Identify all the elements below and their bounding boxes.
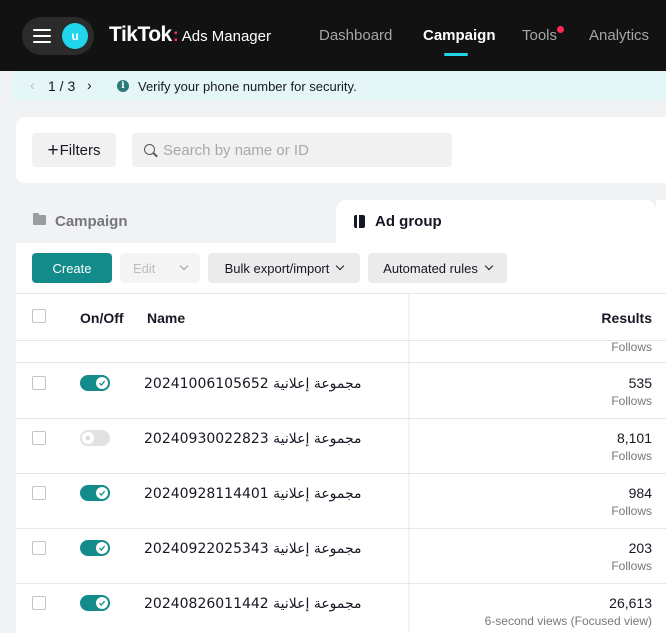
- toggle-knob: [96, 487, 108, 499]
- result-value: 26,613: [609, 595, 652, 611]
- row-checkbox[interactable]: [32, 541, 46, 555]
- ad-group-table: On/Off Name Results Follows مجموعة إعلان…: [16, 293, 666, 633]
- row-checkbox[interactable]: [32, 486, 46, 500]
- tools-notification-dot: [557, 26, 564, 33]
- tab-strip-edge: [656, 200, 666, 243]
- plus-icon: +: [47, 139, 59, 161]
- result-label: Follows: [611, 340, 652, 354]
- logo-brand: TikTok: [109, 23, 172, 46]
- ad-group-name-link[interactable]: مجموعة إعلانية 20240826011442: [144, 596, 362, 612]
- status-toggle[interactable]: [80, 595, 110, 611]
- bulk-export-import-label: Bulk export/import: [224, 260, 330, 276]
- logo-product: Ads Manager: [181, 28, 271, 45]
- result-label: Follows: [611, 559, 652, 573]
- ad-group-name-link[interactable]: مجموعة إعلانية 20240930022823: [144, 431, 362, 447]
- info-icon: i: [117, 80, 129, 92]
- nav-campaign[interactable]: Campaign: [423, 27, 496, 44]
- nav-analytics[interactable]: Analytics: [589, 27, 649, 44]
- table-row[interactable]: مجموعة إعلانية 20240826011442 26,613 6-sec…: [16, 584, 666, 633]
- edit-dropdown[interactable]: Edit: [120, 253, 200, 283]
- row-checkbox[interactable]: [32, 596, 46, 610]
- nav-active-indicator: [444, 53, 468, 56]
- avatar[interactable]: u: [62, 23, 88, 49]
- nav-dashboard[interactable]: Dashboard: [319, 27, 392, 44]
- tab-ad-group[interactable]: Ad group: [336, 200, 656, 243]
- notice-text[interactable]: Verify your phone number for security.: [138, 79, 357, 94]
- result-label: 6-second views (Focused view): [484, 614, 652, 628]
- tab-campaign[interactable]: Campaign: [16, 200, 336, 243]
- table-row[interactable]: مجموعة إعلانية 20240928114401 984 Follows: [16, 474, 666, 529]
- status-toggle[interactable]: [80, 375, 110, 391]
- result-value: 984: [628, 485, 652, 501]
- search-input[interactable]: [163, 133, 443, 167]
- menu-account-pill[interactable]: u: [22, 17, 94, 55]
- row-checkbox[interactable]: [32, 431, 46, 445]
- tab-campaign-label: Campaign: [55, 213, 128, 230]
- table-header: On/Off Name Results: [16, 294, 666, 341]
- status-toggle[interactable]: [80, 540, 110, 556]
- filter-panel: + Filters: [16, 117, 666, 183]
- filters-button-label: Filters: [59, 141, 101, 159]
- search-box[interactable]: [132, 133, 452, 167]
- status-toggle[interactable]: [80, 485, 110, 501]
- create-button[interactable]: Create: [32, 253, 112, 283]
- toggle-knob: [82, 432, 94, 444]
- tab-ad-group-label: Ad group: [375, 213, 442, 230]
- result-label: Follows: [611, 449, 652, 463]
- table-row[interactable]: مجموعة إعلانية 20240922025343 203 Follows: [16, 529, 666, 584]
- result-value: 535: [628, 375, 652, 391]
- toggle-knob: [96, 542, 108, 554]
- notice-pager: 1 / 3: [48, 78, 76, 94]
- chevron-down-icon: [336, 261, 345, 271]
- search-icon: [144, 144, 155, 155]
- toggle-knob: [96, 597, 108, 609]
- chevron-left-icon[interactable]: ‹: [30, 77, 35, 93]
- top-nav: u TikTok : Ads Manager Dashboard Campaig…: [0, 0, 666, 71]
- ad-group-name-link[interactable]: مجموعة إعلانية 20241006105652: [144, 376, 362, 392]
- chevron-right-icon[interactable]: ›: [87, 77, 92, 93]
- chevron-down-icon: [484, 261, 494, 271]
- ad-group-name-link[interactable]: مجموعة إعلانية 20240922025343: [144, 541, 362, 557]
- table-row[interactable]: مجموعة إعلانية 20241006105652 535 Follows: [16, 364, 666, 419]
- column-header-onoff[interactable]: On/Off: [80, 310, 124, 326]
- automated-rules-label: Automated rules: [383, 260, 478, 276]
- result-label: Follows: [611, 504, 652, 518]
- automated-rules-dropdown[interactable]: Automated rules: [368, 253, 507, 283]
- ad-group-icon: [354, 215, 365, 228]
- chevron-down-icon: [179, 261, 189, 271]
- table-row-partial: Follows: [16, 340, 666, 363]
- column-header-name[interactable]: Name: [147, 310, 185, 326]
- ad-group-name-link[interactable]: مجموعة إعلانية 20240928114401: [144, 486, 362, 502]
- nav-tools[interactable]: Tools: [522, 27, 557, 44]
- table-row[interactable]: مجموعة إعلانية 20240930022823 8,101 Follow…: [16, 419, 666, 474]
- filters-button[interactable]: + Filters: [32, 133, 116, 167]
- bulk-export-import-dropdown[interactable]: Bulk export/import: [208, 253, 360, 283]
- status-toggle[interactable]: [80, 430, 110, 446]
- edit-label: Edit: [133, 260, 156, 276]
- column-header-results[interactable]: Results: [601, 310, 652, 326]
- toggle-knob: [96, 377, 108, 389]
- result-label: Follows: [611, 394, 652, 408]
- tiktok-ads-manager-logo[interactable]: TikTok : Ads Manager: [109, 23, 271, 47]
- notice-bar: ‹ 1 / 3 › i Verify your phone number for…: [12, 71, 666, 101]
- folder-icon: [33, 213, 46, 225]
- result-value: 8,101: [616, 430, 652, 446]
- result-value: 203: [628, 540, 652, 556]
- select-all-checkbox[interactable]: [32, 309, 46, 323]
- ad-group-panel: Create Edit Bulk export/import Automated…: [16, 243, 666, 633]
- hamburger-menu-icon[interactable]: [33, 29, 51, 43]
- logo-colon: :: [172, 25, 179, 45]
- sticky-column-shadow: [408, 294, 410, 633]
- row-checkbox[interactable]: [32, 376, 46, 390]
